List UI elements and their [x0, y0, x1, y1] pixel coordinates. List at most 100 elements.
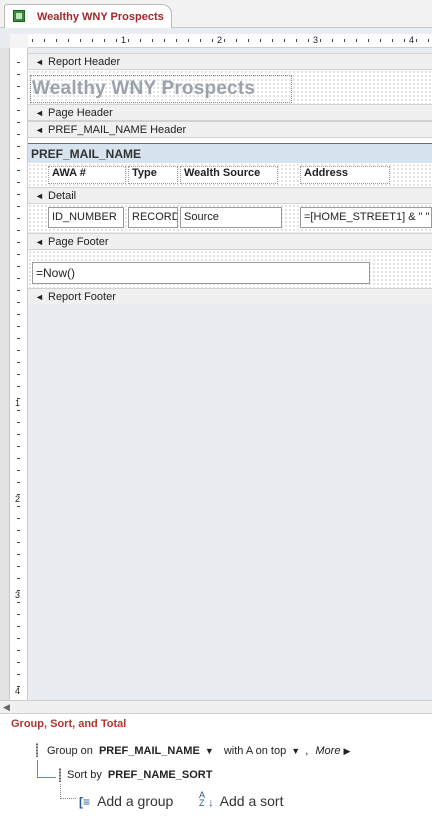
group-header-bar[interactable]: ◄ PREF_MAIL_NAME Header — [28, 121, 432, 138]
ruler-tick — [356, 39, 357, 42]
ruler-tick — [17, 182, 20, 183]
ruler-tick — [17, 638, 20, 639]
ruler-tick — [296, 39, 297, 42]
ruler-tick — [17, 158, 20, 159]
more-options-link[interactable]: More — [315, 745, 340, 757]
tree-connector — [60, 784, 76, 799]
sort-order[interactable]: with A on top — [224, 745, 286, 757]
ruler-tick — [17, 686, 20, 687]
group-header-band[interactable]: PREF_MAIL_NAME — [28, 143, 432, 163]
ruler-tick — [17, 506, 20, 507]
ruler-number: 2 — [15, 494, 21, 504]
ruler-tick — [17, 518, 20, 519]
expand-arrow-icon[interactable]: ▶ — [344, 746, 351, 756]
ruler-tick — [17, 194, 20, 195]
report-footer-bar[interactable]: ◄ Report Footer — [28, 288, 432, 305]
ruler-tick — [224, 39, 225, 42]
add-group-button[interactable]: [≡ Add a group — [79, 793, 173, 809]
ruler-tick — [404, 39, 405, 42]
ruler-tick — [17, 434, 20, 435]
ruler-tick — [17, 326, 20, 327]
ruler-tick — [17, 674, 20, 675]
ruler-tick — [17, 170, 20, 171]
ruler-tick — [17, 110, 20, 111]
ruler-tick — [17, 74, 20, 75]
ruler-tick — [17, 278, 20, 279]
type-label[interactable]: Type — [128, 166, 178, 184]
add-group-icon: [≡ — [79, 795, 90, 809]
ruler-tick — [212, 39, 213, 42]
horizontal-scrollbar[interactable]: ◀ — [0, 700, 432, 713]
ruler-tick — [17, 650, 20, 651]
ruler-tick — [17, 62, 20, 63]
page-footer-label: Page Footer — [48, 236, 109, 248]
source-field[interactable]: Source — [180, 207, 282, 228]
ruler-tick — [17, 374, 20, 375]
scroll-left-icon[interactable]: ◀ — [3, 702, 10, 713]
group-on-field[interactable]: PREF_MAIL_NAME — [99, 745, 200, 757]
vertical-ruler[interactable]: 1 2 3 4 — [10, 48, 28, 700]
add-sort-label: Add a sort — [219, 793, 284, 809]
ruler-tick — [380, 39, 381, 42]
horizontal-ruler[interactable]: 1 2 3 4 — [28, 34, 432, 48]
ruler-tick — [140, 39, 141, 42]
group-on-row[interactable]: Group on PREF_MAIL_NAME ▼ with A on top … — [47, 745, 350, 757]
ruler-tick — [17, 566, 20, 567]
ruler-tick — [17, 266, 20, 267]
separator-comma: , — [305, 745, 309, 757]
detail-label: Detail — [48, 190, 77, 202]
ruler-tick — [128, 39, 129, 42]
wealth-source-label[interactable]: Wealth Source — [180, 166, 278, 184]
ruler-tick — [320, 39, 321, 42]
ruler-tick — [32, 39, 33, 42]
tree-connector — [37, 760, 56, 778]
ruler-tick — [164, 39, 165, 42]
group-sort-total-title: Group, Sort, and Total — [11, 718, 127, 730]
now-field[interactable]: =Now() — [32, 262, 370, 284]
detail-bar[interactable]: ◄ Detail — [28, 187, 432, 204]
awa-label[interactable]: AWA # — [48, 166, 126, 184]
group-field-label[interactable]: PREF_MAIL_NAME — [31, 147, 141, 161]
page-footer-bar[interactable]: ◄ Page Footer — [28, 233, 432, 250]
ruler-tick — [68, 39, 69, 42]
ruler-tick — [17, 338, 20, 339]
ruler-number: 2 — [217, 35, 223, 45]
group-header-label: PREF_MAIL_NAME Header — [48, 124, 187, 136]
ruler-tick — [17, 290, 20, 291]
ruler-tick — [17, 482, 20, 483]
dropdown-arrow-icon[interactable]: ▼ — [291, 746, 300, 756]
sort-by-row[interactable]: Sort by PREF_NAME_SORT — [67, 769, 212, 781]
ruler-tick — [17, 242, 20, 243]
section-selector-strip[interactable] — [0, 48, 10, 704]
sort-az-icon: AZ — [199, 790, 206, 808]
dropdown-arrow-icon[interactable]: ▼ — [205, 746, 214, 756]
drag-handle-icon[interactable] — [59, 768, 61, 782]
address-field[interactable]: =[HOME_STREET1] & " " — [300, 207, 432, 228]
record-field[interactable]: RECORD_ — [128, 207, 178, 228]
ruler-tick — [152, 39, 153, 42]
ruler-tick — [17, 98, 20, 99]
ruler-tick — [428, 39, 429, 42]
ruler-tick — [17, 410, 20, 411]
group-sort-total-pane: Group, Sort, and Total Group on PREF_MAI… — [0, 713, 432, 836]
report-header-bar[interactable]: ◄ Report Header — [28, 53, 432, 70]
drag-handle-icon[interactable] — [36, 743, 38, 757]
ruler-tick — [92, 39, 93, 42]
ruler-tick — [56, 39, 57, 42]
page-header-bar[interactable]: ◄ Page Header — [28, 104, 432, 121]
ruler-tick — [44, 39, 45, 42]
report-footer-label: Report Footer — [48, 291, 116, 303]
report-icon — [13, 10, 25, 22]
report-selector[interactable] — [10, 34, 28, 48]
report-tab[interactable]: Wealthy WNY Prospects — [4, 4, 172, 29]
ruler-tick — [284, 39, 285, 42]
ruler-tick — [17, 446, 20, 447]
ruler-tick — [17, 626, 20, 627]
ruler-tick — [17, 422, 20, 423]
add-sort-button[interactable]: AZ ↓ Add a sort — [199, 790, 284, 810]
id-number-field[interactable]: ID_NUMBER — [48, 207, 124, 228]
address-label[interactable]: Address — [300, 166, 390, 184]
report-title[interactable]: Wealthy WNY Prospects — [32, 78, 255, 100]
ruler-tick — [17, 662, 20, 663]
sort-by-field[interactable]: PREF_NAME_SORT — [108, 769, 213, 781]
